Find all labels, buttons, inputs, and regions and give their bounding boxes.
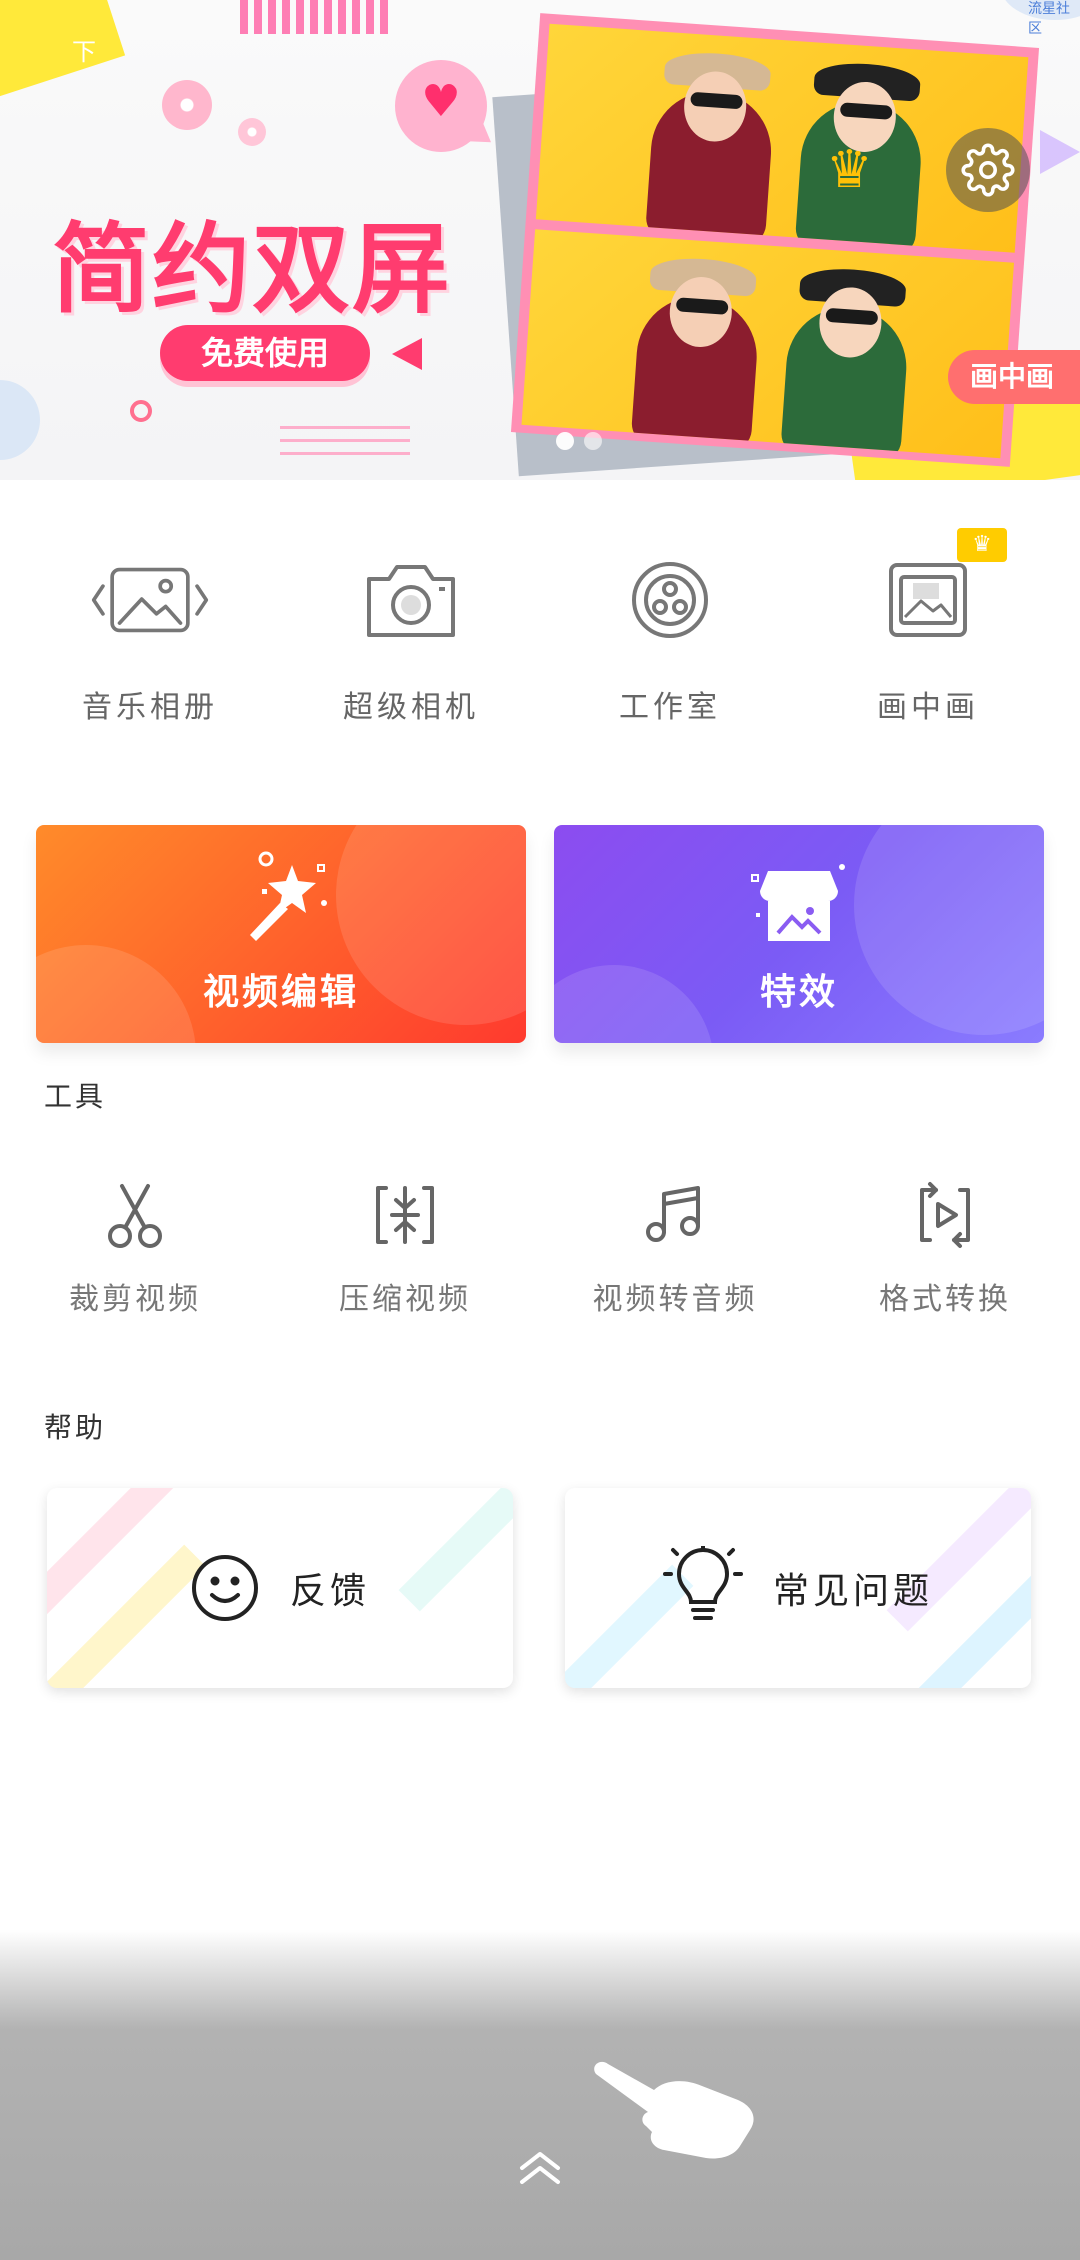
free-use-button[interactable]: 免费使用 — [160, 325, 370, 381]
studio-reel-icon — [610, 540, 730, 660]
swipe-hint-overlay[interactable] — [0, 1930, 1080, 2260]
feature-label: 画中画 — [877, 690, 979, 725]
feature-pip[interactable]: 画中画 — [793, 540, 1063, 750]
settings-button[interactable] — [946, 128, 1030, 212]
tools-section-title: 工具 — [44, 1080, 107, 1113]
tool-label: 裁剪视频 — [69, 1282, 201, 1317]
lightbulb-icon — [662, 1546, 743, 1620]
carousel-indicator — [556, 432, 602, 450]
double-chevron-up-icon[interactable] — [510, 2140, 570, 2190]
video-edit-label: 视频编辑 — [202, 972, 359, 1013]
carousel-dot-active — [556, 432, 574, 450]
card-decoration — [398, 1488, 513, 1612]
person-figure — [630, 255, 761, 451]
tools-grid: 裁剪视频 压缩视频 视频转音频 格式转换 — [0, 1170, 1080, 1330]
pointer-arrow-icon — [392, 338, 422, 370]
tool-label: 格式转换 — [879, 1282, 1011, 1317]
photo-album-icon — [90, 540, 210, 660]
effects-card[interactable]: 特效 — [554, 825, 1044, 1043]
banner-decoration — [280, 420, 410, 460]
feature-label: 音乐相册 — [82, 690, 218, 725]
banner-decoration — [240, 0, 390, 34]
pointing-hand-icon — [594, 2061, 754, 2159]
compress-icon — [270, 1170, 540, 1260]
help-section-title: 帮助 — [44, 1411, 107, 1444]
banner-decoration — [0, 380, 40, 460]
banner-title: 简约双屏 — [52, 214, 453, 324]
vip-crown-icon: ♛ — [957, 528, 1007, 562]
video-edit-card[interactable]: 视频编辑 — [36, 825, 526, 1043]
feature-label: 超级相机 — [343, 690, 479, 725]
feature-super-camera[interactable]: 超级相机 — [276, 540, 546, 750]
tool-compress-video[interactable]: 压缩视频 — [270, 1170, 540, 1318]
banner-decoration — [1040, 130, 1080, 174]
camera-icon — [351, 540, 471, 660]
pip-tag: 画中画 — [948, 350, 1080, 404]
status-text: 下 — [72, 38, 96, 66]
promo-banner[interactable]: ♥ 下 流星社区 简约双屏 免费使用 ♛ 画中画 — [0, 0, 1080, 480]
banner-decoration — [130, 400, 152, 422]
flower-icon — [238, 118, 266, 146]
faq-card[interactable]: 常见问题 — [565, 1488, 1031, 1688]
tool-label: 视频转音频 — [592, 1282, 758, 1317]
tool-label: 压缩视频 — [339, 1282, 471, 1317]
feedback-label: 反馈 — [289, 1571, 370, 1612]
photo-top — [535, 23, 1029, 253]
flower-icon — [162, 80, 212, 130]
feature-studio[interactable]: 工作室 — [535, 540, 805, 750]
tool-format-convert[interactable]: 格式转换 — [810, 1170, 1080, 1318]
tool-trim-video[interactable]: 裁剪视频 — [0, 1170, 270, 1318]
scissors-icon — [0, 1170, 270, 1260]
feedback-card[interactable]: 反馈 — [47, 1488, 513, 1688]
photo-bottom — [521, 228, 1015, 458]
person-figure — [780, 265, 911, 458]
crown-icon: ♛ — [826, 140, 873, 200]
faq-content: 常见问题 — [662, 1546, 933, 1630]
feature-music-album[interactable]: 音乐相册 — [15, 540, 285, 750]
watermark: 流星社区 — [1028, 1, 1070, 37]
feature-grid: 音乐相册 超级相机 工作室 画中画 — [0, 540, 1080, 750]
effects-label: 特效 — [759, 972, 838, 1013]
smiley-icon — [191, 1555, 258, 1621]
faq-label: 常见问题 — [772, 1571, 933, 1612]
feedback-content: 反馈 — [190, 1553, 370, 1623]
convert-icon — [810, 1170, 1080, 1260]
banner-decoration — [0, 0, 126, 99]
music-note-icon — [540, 1170, 810, 1260]
card-decoration — [47, 1488, 186, 1632]
store-icon — [554, 845, 1044, 955]
magic-wand-icon — [36, 845, 526, 955]
person-figure — [644, 49, 776, 246]
feature-label: 工作室 — [619, 690, 721, 725]
carousel-dot — [584, 432, 602, 450]
heart-bubble-icon: ♥ — [395, 60, 487, 152]
gear-icon — [961, 143, 1015, 197]
tool-video-to-audio[interactable]: 视频转音频 — [540, 1170, 810, 1318]
